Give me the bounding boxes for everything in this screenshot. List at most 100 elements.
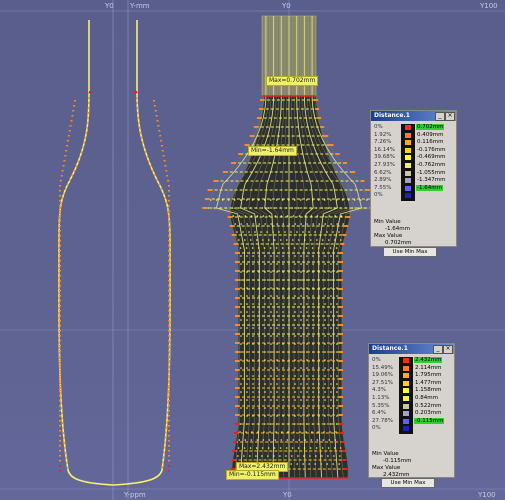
deviation-dot	[288, 359, 290, 361]
3d-viewport[interactable]: Y0 Y-mm Y0 Y100 Y-ppm Y0 Y100 Max=0.702m…	[0, 0, 505, 500]
deviation-dot	[316, 215, 319, 217]
deviation-marker	[340, 441, 345, 443]
deviation-dot	[264, 383, 266, 385]
scale-color-swatch[interactable]	[404, 154, 412, 162]
deviation-dot	[329, 431, 331, 433]
deviation-dot	[258, 295, 260, 297]
deviation-dot	[306, 351, 308, 353]
deviation-marker	[339, 378, 343, 380]
min-deviation-tag-bottom[interactable]: Min=-0.115mm	[226, 470, 279, 480]
scale-color-swatch[interactable]	[402, 410, 410, 418]
deviation-dot	[287, 247, 290, 249]
deviation-dot	[276, 311, 278, 313]
scale-color-swatch[interactable]	[404, 184, 412, 192]
deviation-dot	[284, 231, 286, 233]
scale-color-swatch[interactable]	[402, 364, 410, 372]
profile-deviation-tick	[59, 280, 61, 282]
deviation-dot	[252, 223, 254, 225]
deviation-dot	[252, 383, 254, 385]
deviation-dot	[246, 279, 248, 281]
close-button[interactable]: ×	[445, 112, 455, 121]
deviation-dot	[270, 335, 272, 337]
deviation-dot	[336, 223, 339, 225]
deviation-dot	[252, 263, 254, 265]
deviation-dot	[315, 455, 317, 457]
scale-color-swatch[interactable]	[404, 146, 412, 154]
deviation-dot	[336, 407, 338, 409]
deviation-dot	[238, 215, 241, 217]
axis-label-yppm: Y-ppm	[124, 491, 146, 499]
deviation-dot	[246, 415, 248, 417]
use-min-max-button[interactable]: Use Min Max	[381, 478, 435, 488]
scale-value: 0.203mm	[415, 410, 442, 417]
scale-row: 6.62% -1.055mm	[371, 169, 456, 178]
distance-color-scale-panel-1[interactable]: Distance.1 _ × 0% 0.702mm 1.92% 0.409mm 7.26…	[370, 110, 457, 257]
profile-deviation-tick	[168, 195, 170, 197]
deviation-dot	[276, 335, 278, 337]
deviation-dot	[270, 327, 272, 329]
profile-deviation-tick	[166, 175, 169, 177]
deviation-dot	[318, 335, 320, 337]
scale-value: 2.432mm	[414, 357, 443, 363]
scale-value: 0.116mm	[417, 139, 444, 146]
deviation-dot	[339, 455, 341, 457]
minimize-button[interactable]: _	[435, 112, 445, 121]
deviation-marker	[340, 243, 345, 245]
deviation-marker	[315, 108, 320, 110]
scale-color-swatch[interactable]	[402, 357, 410, 364]
deviation-dot	[263, 199, 266, 201]
deviation-dot	[298, 439, 301, 441]
scale-color-swatch[interactable]	[402, 395, 410, 402]
scale-color-swatch[interactable]	[402, 402, 410, 410]
minimize-button[interactable]: _	[433, 345, 443, 354]
scale-color-swatch[interactable]	[404, 162, 412, 169]
scale-color-swatch[interactable]	[402, 425, 410, 433]
panel-titlebar[interactable]: Distance.1 _ ×	[371, 111, 456, 121]
scale-color-swatch[interactable]	[402, 372, 410, 380]
deviation-dot	[240, 359, 242, 361]
deviation-marker	[235, 414, 239, 416]
scale-color-swatch[interactable]	[402, 417, 410, 425]
panel-title: Distance.1	[372, 345, 408, 352]
deviation-marker	[346, 216, 351, 218]
deviation-dot	[252, 279, 254, 281]
deviation-dot	[213, 207, 216, 209]
profile-deviation-tick	[59, 275, 61, 277]
deviation-dot	[276, 399, 278, 401]
deviation-dot	[338, 463, 341, 465]
deviation-dot	[255, 207, 258, 209]
min-deviation-tag-top[interactable]: Min=-1.64mm	[248, 146, 297, 156]
deviation-dot	[246, 303, 248, 305]
scale-color-swatch[interactable]	[404, 169, 412, 177]
profile-deviation-tick	[168, 270, 170, 272]
scale-color-swatch[interactable]	[404, 124, 412, 131]
close-button[interactable]: ×	[443, 345, 453, 354]
distance-color-scale-panel-2[interactable]: Distance.1 _ × 0% 2.432mm 15.49% 2.114mm 19.…	[368, 343, 455, 488]
scale-color-swatch[interactable]	[404, 131, 412, 139]
profile-deviation-tick	[59, 460, 61, 462]
max-deviation-tag-top[interactable]: Max=0.702mm	[266, 76, 319, 86]
panel-titlebar[interactable]: Distance.1 _ ×	[369, 344, 454, 354]
deviation-marker	[235, 360, 239, 362]
scale-color-swatch[interactable]	[404, 177, 412, 185]
deviation-dot	[256, 439, 259, 441]
deviation-dot	[250, 215, 253, 217]
deviation-dot	[258, 367, 260, 369]
scale-color-swatch[interactable]	[404, 139, 412, 147]
deviation-dot	[330, 295, 332, 297]
deviation-dot	[312, 391, 314, 393]
deviation-marker	[233, 432, 238, 434]
scale-color-swatch[interactable]	[402, 379, 410, 387]
deviation-dot	[304, 239, 306, 241]
deviation-dot	[276, 327, 278, 329]
deviation-marker	[342, 459, 347, 461]
deviation-dot	[315, 207, 318, 209]
deviation-dot	[246, 383, 248, 385]
deviation-dot	[330, 255, 332, 257]
scale-color-swatch[interactable]	[404, 192, 412, 200]
use-min-max-button[interactable]: Use Min Max	[383, 247, 437, 257]
deviation-dot	[257, 247, 260, 249]
profile-deviation-tick	[168, 340, 170, 342]
deviation-dot	[306, 343, 308, 345]
scale-color-swatch[interactable]	[402, 387, 410, 395]
